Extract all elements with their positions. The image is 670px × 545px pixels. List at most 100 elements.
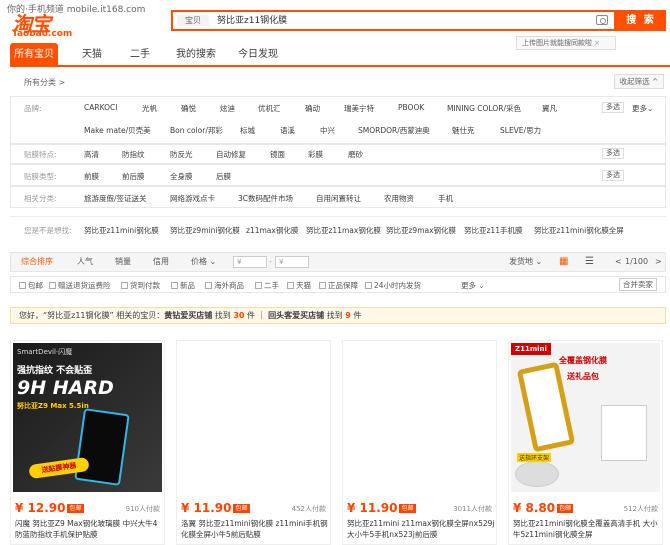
feature-item[interactable]: 高清 — [84, 149, 99, 160]
merge-seller-button[interactable]: 合并卖家 — [619, 278, 657, 291]
multi-select-button[interactable]: 多选 — [602, 148, 624, 159]
brand-item[interactable]: 确悦 — [181, 103, 196, 114]
all-categories[interactable]: 所有分类 > — [24, 77, 65, 88]
brand-item[interactable]: 中兴 — [320, 125, 335, 136]
product-title[interactable]: 努比亚z11mini z11max钢化膜全屏nx529j 大小牛5手机nx523… — [347, 518, 495, 542]
filter-overseas[interactable]: 海外商品 — [205, 280, 244, 291]
brand-item[interactable]: 优机汇 — [258, 103, 281, 114]
next-page-icon[interactable]: > — [655, 253, 662, 271]
category-item[interactable]: 旅游度假/签证送关 — [84, 193, 147, 204]
ship-from-dropdown[interactable]: 发货地 ⌄ — [509, 253, 542, 271]
feature-item[interactable]: 防指纹 — [122, 149, 145, 160]
feature-item[interactable]: 自动修复 — [216, 149, 246, 160]
product-title[interactable]: 闪魔 努比亚Z9 Max钢化玻璃膜 中兴大牛4 防蓝防指纹手机保护贴膜 — [15, 518, 163, 542]
price-to-input[interactable]: ¥ — [275, 256, 309, 268]
checkbox[interactable] — [49, 282, 56, 289]
brand-item[interactable]: 光帆 — [142, 103, 157, 114]
brand-item[interactable]: 标城 — [240, 125, 255, 136]
notice-shop-type[interactable]: 黄钻爱买店铺 — [164, 311, 212, 320]
filter-more[interactable]: 更多 ⌄ — [461, 280, 485, 291]
checkbox[interactable] — [171, 282, 178, 289]
brand-item[interactable]: Make mate/贝壳美 — [84, 125, 151, 136]
related-item[interactable]: z11max钢化膜 — [246, 225, 298, 236]
related-item[interactable]: 努比亚z11mini钢化膜全屏 — [534, 225, 624, 236]
brand-item[interactable]: Bon color/邦彩 — [170, 125, 223, 136]
sort-price[interactable]: 价格 ⌄ — [191, 253, 216, 271]
checkbox[interactable] — [205, 282, 212, 289]
filter-guarantee[interactable]: 正品保障 — [319, 280, 358, 291]
tab-today[interactable]: 今日发现 — [230, 43, 286, 67]
product-title[interactable]: 努比亚z11mini钢化膜全覆盖高清手机 大小牛5z11mini钢化膜全屏 — [513, 518, 661, 542]
filter-return-insurance[interactable]: 赠送退货运费险 — [49, 280, 111, 291]
checkbox[interactable] — [319, 282, 326, 289]
filter-free-shipping[interactable]: 包邮 — [19, 280, 43, 291]
category-item[interactable]: 农用物资 — [384, 193, 414, 204]
brand-item[interactable]: MINING COLOR/采色 — [447, 103, 521, 114]
tab-all[interactable]: 所有宝贝 — [10, 43, 58, 67]
filter-secondhand[interactable]: 二手 — [255, 280, 279, 291]
product-image[interactable] — [345, 343, 494, 492]
price-from-input[interactable]: ¥ — [233, 256, 267, 268]
sort-popularity[interactable]: 人气 — [77, 253, 93, 271]
category-item[interactable]: 3C数码配件市场 — [238, 193, 293, 204]
product-card[interactable]: Z11mini 全覆盖钢化膜 送礼品包 送指环支架 ¥ 8.80 包邮 512人付… — [508, 340, 663, 545]
brand-item[interactable]: 瑞美宁特 — [344, 103, 374, 114]
product-image[interactable]: Z11mini 全覆盖钢化膜 送礼品包 送指环支架 — [511, 343, 660, 492]
type-item[interactable]: 前膜 — [84, 171, 99, 182]
filter-tmall[interactable]: 天猫 — [287, 280, 311, 291]
product-card[interactable]: ¥ 11.90 包邮 452人付款 洛翼 努比亚z11mini钢化膜 z11min… — [176, 340, 331, 545]
multi-select-button[interactable]: 多选 — [602, 102, 624, 113]
brand-item[interactable]: 确动 — [305, 103, 320, 114]
sort-sales[interactable]: 销量 — [115, 253, 131, 271]
tab-secondhand[interactable]: 二手 — [120, 43, 160, 67]
camera-icon[interactable] — [596, 15, 608, 25]
related-item[interactable]: 努比亚z11mini钢化膜 — [84, 225, 159, 236]
checkbox[interactable] — [255, 282, 262, 289]
brand-item[interactable]: 炫迪 — [220, 103, 235, 114]
notice-shop-type[interactable]: 回头客爱买店铺 — [268, 311, 324, 320]
prev-page-icon[interactable]: < — [615, 253, 622, 271]
product-card[interactable]: SmartDevil·闪魔 强抗指纹 不会贴歪 9H HARD 努比亚Z9 Ma… — [10, 340, 165, 545]
category-item[interactable]: 网络游戏点卡 — [170, 193, 215, 204]
search-scope[interactable]: 宝贝 — [177, 15, 209, 26]
checkbox[interactable] — [19, 282, 26, 289]
brand-item[interactable]: SMORDOR/西蒙迪奥 — [358, 125, 430, 136]
tab-tmall[interactable]: 天猫 — [72, 43, 112, 67]
collapse-filter-button[interactable]: 收起筛选 ^ — [614, 74, 664, 89]
product-image[interactable]: SmartDevil·闪魔 强抗指纹 不会贴歪 9H HARD 努比亚Z9 Ma… — [13, 343, 162, 492]
type-item[interactable]: 前后膜 — [122, 171, 145, 182]
filter-24h-ship[interactable]: 24小时内发货 — [365, 280, 421, 291]
feature-item[interactable]: 彩膜 — [308, 149, 323, 160]
feature-item[interactable]: 磨砂 — [348, 149, 363, 160]
filter-new[interactable]: 新品 — [171, 280, 195, 291]
sort-credit[interactable]: 信用 — [153, 253, 169, 271]
grid-view-icon[interactable]: ▦ — [559, 253, 568, 271]
related-item[interactable]: 努比亚z11手机膜 — [464, 225, 522, 236]
feature-item[interactable]: 镜面 — [270, 149, 285, 160]
brand-item[interactable]: 语溪 — [280, 125, 295, 136]
tab-my-search[interactable]: 我的搜索 — [168, 43, 224, 67]
filter-cod[interactable]: 货到付款 — [121, 280, 160, 291]
type-item[interactable]: 全身膜 — [170, 171, 193, 182]
multi-select-button[interactable]: 多选 — [602, 170, 624, 181]
feature-item[interactable]: 防反光 — [170, 149, 193, 160]
category-item[interactable]: 手机 — [438, 193, 453, 204]
related-item[interactable]: 努比亚z11max钢化膜 — [306, 225, 381, 236]
brand-item[interactable]: SLEVE/思力 — [500, 125, 541, 136]
brand-item[interactable]: 魅仕克 — [452, 125, 475, 136]
search-box[interactable]: 宝贝 努比亚z11钢化膜 — [171, 10, 616, 31]
brand-item[interactable]: PBOOK — [398, 103, 424, 112]
sort-default[interactable]: 综合排序 — [21, 253, 53, 271]
product-title[interactable]: 洛翼 努比亚z11mini钢化膜 z11mini手机钢化膜全屏小牛5前后贴膜 — [181, 518, 329, 542]
checkbox[interactable] — [365, 282, 372, 289]
brand-item[interactable]: 翼凡 — [542, 103, 557, 114]
type-item[interactable]: 后膜 — [216, 171, 231, 182]
product-card[interactable]: ¥ 11.90 包邮 3011人付款 努比亚z11mini z11max钢化膜全屏… — [342, 340, 497, 545]
product-image[interactable] — [179, 343, 328, 492]
search-button[interactable]: 搜 索 — [616, 10, 666, 31]
checkbox[interactable] — [121, 282, 128, 289]
category-item[interactable]: 自用闲置转让 — [316, 193, 361, 204]
brand-item[interactable]: CARKOCI — [84, 103, 117, 112]
related-item[interactable]: 努比亚z9max钢化膜 — [386, 225, 456, 236]
checkbox[interactable] — [287, 282, 294, 289]
